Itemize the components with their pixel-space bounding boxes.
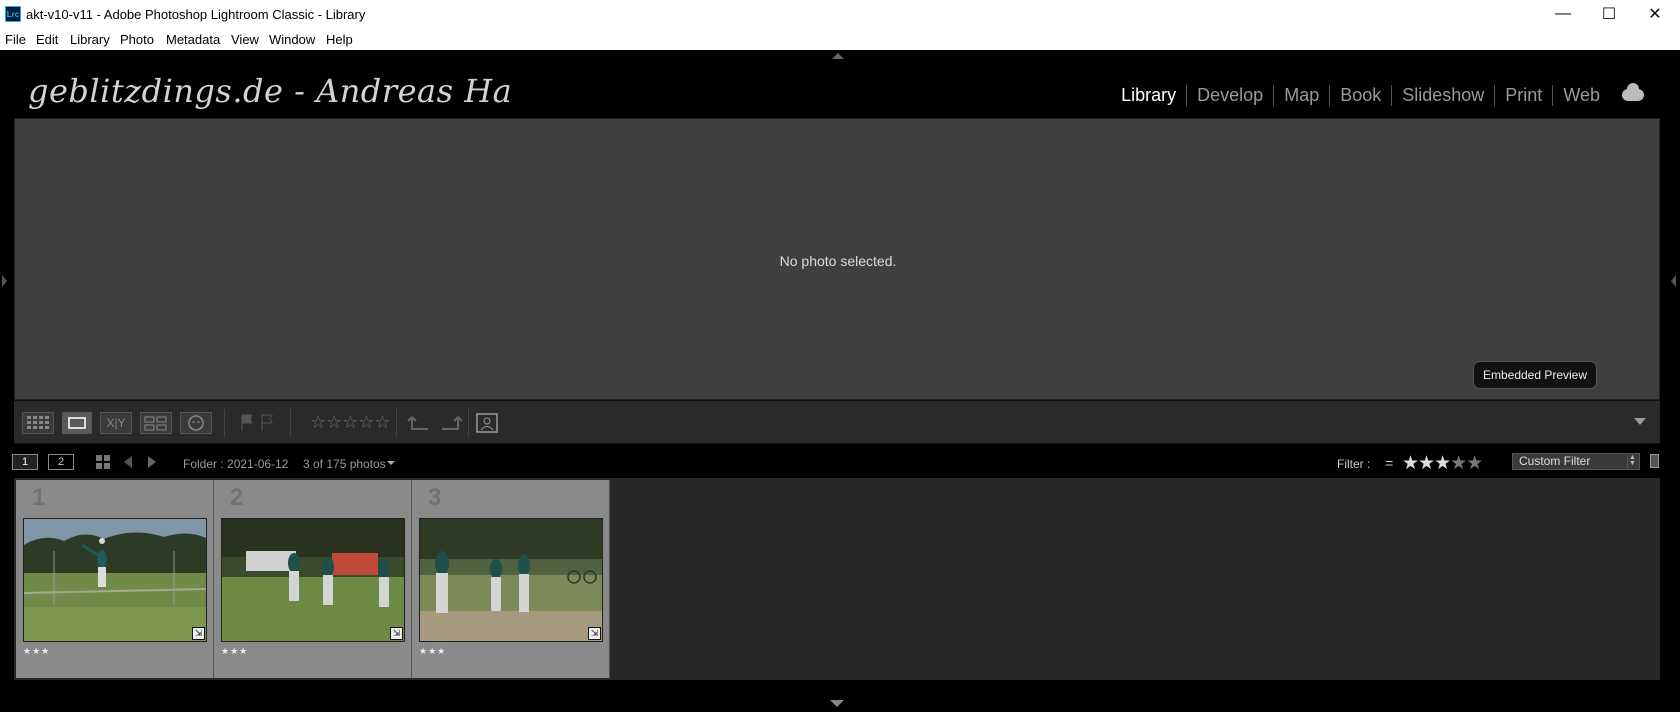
cell-index: 1: [32, 484, 46, 511]
module-web[interactable]: Web: [1552, 84, 1610, 106]
back-arrow-icon[interactable]: [120, 454, 136, 470]
cell-index: 2: [230, 484, 244, 511]
people-view-button[interactable]: [180, 412, 212, 434]
baseball-pitcher-photo: [24, 519, 206, 641]
collapse-bottom-panel-icon[interactable]: [830, 700, 844, 707]
cell-index: 3: [428, 484, 442, 511]
edited-badge-icon: ⇲: [390, 627, 403, 640]
cloud-sync-icon[interactable]: [1622, 83, 1644, 101]
filter-preset-select[interactable]: Custom Filter ▲ ▼: [1512, 453, 1640, 470]
menu-bar: File Edit Library Photo Metadata View Wi…: [0, 28, 1680, 50]
grid-view-button[interactable]: [22, 412, 54, 434]
filmstrip-source[interactable]: Folder : 2021-06-12: [183, 457, 288, 471]
compare-view-button[interactable]: X|Y: [100, 412, 132, 434]
photo-thumbnail[interactable]: ⇲: [23, 518, 207, 642]
empty-selection-message: No photo selected.: [779, 253, 897, 269]
chevron-down-icon[interactable]: [386, 460, 396, 466]
toolbar-content-dropdown-icon[interactable]: [1634, 418, 1646, 425]
edited-badge-icon: ⇲: [192, 627, 205, 640]
filter-star-off[interactable]: ★★: [1450, 453, 1483, 474]
grid-icon: [27, 416, 49, 429]
grid-icon[interactable]: [94, 454, 112, 470]
minimize-button[interactable]: —: [1540, 0, 1586, 28]
players-fist-bump-photo: [420, 519, 602, 641]
filter-lock-icon[interactable]: [1650, 454, 1659, 468]
menu-edit[interactable]: Edit: [36, 32, 58, 47]
menu-window[interactable]: Window: [269, 32, 315, 47]
filmstrip: 1 ⇲ ★★★ 2 ⇲ ★★★ 3 ⇲ ★★★: [14, 478, 1660, 680]
expand-left-panel-icon[interactable]: [2, 275, 7, 287]
loupe-icon: [68, 417, 86, 429]
main-window-button[interactable]: 1: [12, 454, 38, 470]
survey-icon: [144, 416, 167, 431]
toolbar-divider: [224, 409, 225, 437]
library-toolbar: X|Y ☆☆☆☆☆: [14, 400, 1660, 444]
up-down-icon: ▲ ▼: [1627, 454, 1637, 468]
photo-count[interactable]: 3 of 175 photos: [303, 457, 386, 471]
filmstrip-header: 1 2 Folder : 2021-06-12 3 of 175 photos …: [0, 444, 1680, 478]
loupe-view-button[interactable]: [62, 412, 92, 434]
cell-rating: ★★★: [221, 646, 249, 656]
embedded-preview-badge: Embedded Preview: [1473, 361, 1597, 389]
loupe-view: No photo selected. Embedded Preview: [14, 118, 1660, 400]
module-book[interactable]: Book: [1329, 84, 1391, 106]
menu-help[interactable]: Help: [326, 32, 353, 47]
rotate-left-icon[interactable]: [406, 413, 434, 435]
filter-preset-value: Custom Filter: [1519, 454, 1591, 468]
expand-right-panel-icon[interactable]: [1671, 275, 1676, 287]
module-map[interactable]: Map: [1273, 84, 1329, 106]
window-title-bar: Lrc akt-v10-v11 - Adobe Photoshop Lightr…: [0, 0, 1680, 28]
rotate-right-icon[interactable]: [436, 413, 464, 435]
photo-thumbnail[interactable]: ⇲: [221, 518, 405, 642]
close-button[interactable]: ✕: [1632, 0, 1678, 28]
menu-metadata[interactable]: Metadata: [166, 32, 220, 47]
filter-star-on[interactable]: ★★★: [1402, 453, 1451, 474]
module-slideshow[interactable]: Slideshow: [1391, 84, 1494, 106]
filmstrip-cell[interactable]: 1 ⇲ ★★★: [16, 480, 214, 678]
toolbar-divider: [468, 409, 469, 437]
face-icon: [188, 415, 204, 431]
menu-library[interactable]: Library: [70, 32, 110, 47]
secondary-window-button[interactable]: 2: [48, 454, 74, 470]
toolbar-divider: [290, 409, 291, 437]
photo-thumbnail[interactable]: ⇲: [419, 518, 603, 642]
module-library[interactable]: Library: [1111, 85, 1186, 106]
menu-photo[interactable]: Photo: [120, 32, 154, 47]
team-celebration-photo: [222, 519, 404, 641]
filmstrip-cell[interactable]: 2 ⇲ ★★★: [214, 480, 412, 678]
lightroom-app-icon: Lrc: [5, 6, 21, 22]
module-print[interactable]: Print: [1494, 84, 1552, 106]
flag-icons[interactable]: [238, 413, 278, 433]
cell-rating: ★★★: [23, 646, 51, 656]
maximize-button[interactable]: ☐: [1586, 0, 1632, 28]
rating-stars[interactable]: ☆☆☆☆☆: [310, 412, 391, 433]
survey-view-button[interactable]: [140, 412, 172, 434]
collapse-top-panel-icon[interactable]: [832, 53, 844, 59]
bottom-panel-strip: [0, 680, 1680, 712]
filter-label: Filter :: [1337, 457, 1371, 471]
edited-badge-icon: ⇲: [588, 627, 601, 640]
module-picker: Library Develop Map Book Slideshow Print…: [1111, 83, 1644, 106]
window-title: akt-v10-v11 - Adobe Photoshop Lightroom …: [26, 7, 366, 22]
toolbar-divider: [396, 409, 397, 437]
filmstrip-cell[interactable]: 3 ⇲ ★★★: [412, 480, 610, 678]
module-develop[interactable]: Develop: [1186, 84, 1273, 106]
cell-rating: ★★★: [419, 646, 447, 656]
menu-file[interactable]: File: [5, 32, 26, 47]
identity-plate: geblitzdings.de - Andreas Ha: [28, 72, 513, 110]
filter-operator[interactable]: =: [1385, 455, 1393, 471]
forward-arrow-icon[interactable]: [144, 454, 160, 470]
filter-rating-stars[interactable]: ★★★★★: [1402, 452, 1483, 475]
menu-view[interactable]: View: [231, 32, 259, 47]
info-overlay-icon[interactable]: [474, 411, 500, 435]
